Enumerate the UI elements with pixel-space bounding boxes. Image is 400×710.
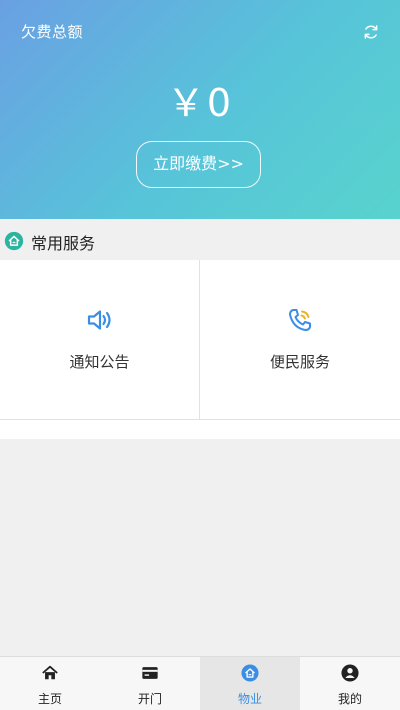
service-label: 通知公告 — [69, 353, 130, 371]
service-grid: 通知公告 便民服务 — [0, 260, 400, 420]
user-icon — [341, 664, 359, 682]
arrears-title: 欠费总额 — [21, 23, 84, 41]
service-notice[interactable]: 通知公告 — [0, 260, 200, 419]
service-label: 便民服务 — [269, 353, 330, 371]
speaker-icon — [87, 310, 111, 330]
phone-call-icon — [289, 309, 311, 331]
spacer — [0, 420, 400, 439]
tab-home[interactable]: 主页 — [0, 657, 100, 710]
tab-mine[interactable]: 我的 — [300, 657, 400, 710]
tab-label: 开门 — [137, 692, 162, 706]
arrears-amount: ￥0 — [166, 81, 234, 125]
tab-label: 物业 — [237, 692, 262, 706]
arrears-header: 欠费总额 ￥0 立即缴费>> — [0, 0, 400, 219]
tab-property[interactable]: 物业 — [200, 657, 300, 710]
tab-label: 我的 — [337, 692, 362, 706]
bottom-tab-bar: 主页 开门 物业 我的 — [0, 656, 400, 710]
home-icon — [42, 665, 58, 680]
refresh-icon[interactable] — [362, 23, 380, 41]
section-title: 常用服务 — [31, 234, 96, 253]
tab-label: 主页 — [37, 692, 62, 706]
app-screen: 欠费总额 ￥0 立即缴费>> 常用服务 通知公告 便民服务 主页 开门 物业 我… — [0, 0, 400, 710]
house-badge-icon — [4, 231, 24, 251]
card-icon — [142, 667, 158, 679]
tab-open-door[interactable]: 开门 — [100, 657, 200, 710]
service-convenience[interactable]: 便民服务 — [200, 260, 400, 419]
pay-now-button[interactable]: 立即缴费>> — [136, 141, 261, 188]
property-icon — [241, 664, 259, 682]
